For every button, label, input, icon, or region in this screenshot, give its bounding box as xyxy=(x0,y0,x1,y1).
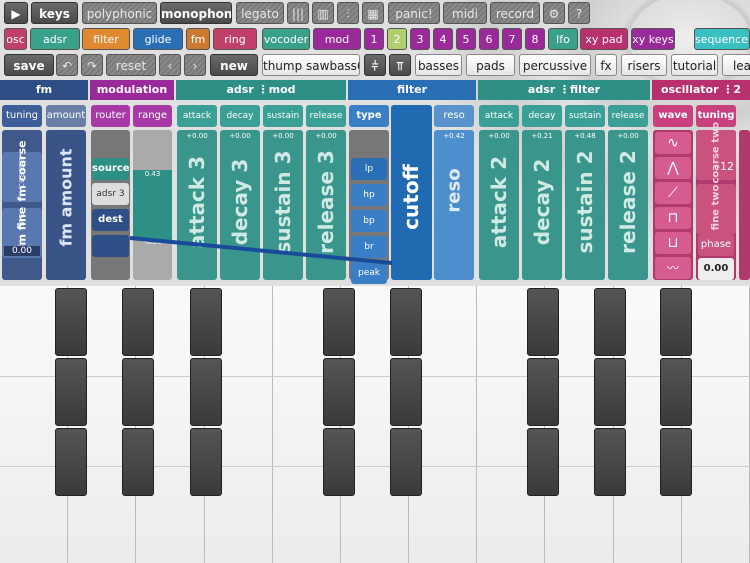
black-key[interactable] xyxy=(594,358,626,426)
black-key[interactable] xyxy=(190,358,222,426)
redo-icon: ↷ xyxy=(86,59,98,73)
help-button[interactable]: ? xyxy=(568,2,590,24)
prev-preset-button[interactable]: ‹ xyxy=(159,54,181,76)
sliders-icon: ||| xyxy=(291,7,305,21)
chevron-right-icon: › xyxy=(192,59,198,73)
reset-button[interactable]: reset xyxy=(106,54,156,76)
tab-3[interactable]: 3 xyxy=(410,28,430,50)
redo-button[interactable]: ↷ xyxy=(81,54,103,76)
category-risers[interactable]: risers xyxy=(621,54,667,76)
black-key[interactable] xyxy=(390,288,422,356)
black-key[interactable] xyxy=(122,358,154,426)
tab-ring[interactable]: ring xyxy=(213,28,257,50)
module-tabs: osc adsr filter glide fm ring vocoder mod 1 2 3 4 5 6… xyxy=(0,28,750,52)
keyboard-icon: ▥ xyxy=(317,7,329,21)
black-key[interactable] xyxy=(660,358,692,426)
mixer-icon: ⫶ xyxy=(346,7,350,21)
sliders-view-button[interactable]: ||| xyxy=(287,2,309,24)
tab-2[interactable]: 2 xyxy=(387,28,407,50)
tab-7[interactable]: 7 xyxy=(502,28,522,50)
black-key[interactable] xyxy=(594,428,626,496)
panic-button[interactable]: panic! xyxy=(388,2,440,24)
black-key[interactable] xyxy=(190,288,222,356)
midi-button[interactable]: midi xyxy=(443,2,487,24)
black-key[interactable] xyxy=(527,428,559,496)
tab-vocoder[interactable]: vocoder xyxy=(262,28,310,50)
tab-8[interactable]: 8 xyxy=(525,28,545,50)
black-key[interactable] xyxy=(390,428,422,496)
undo-button[interactable]: ↶ xyxy=(56,54,78,76)
toolbar-top: ▶ keys polyphonic monophonic legato ||| … xyxy=(0,2,750,26)
black-key[interactable] xyxy=(55,428,87,496)
tab-1[interactable]: 1 xyxy=(364,28,384,50)
panel-area: fm tuning amount coarse fm coarse fine f… xyxy=(0,78,750,286)
synth-app: ▶ keys polyphonic monophonic legato ||| … xyxy=(0,0,750,563)
record-button[interactable]: record xyxy=(490,2,540,24)
black-key[interactable] xyxy=(527,358,559,426)
black-key[interactable] xyxy=(323,288,355,356)
checker-icon: ▦ xyxy=(367,7,379,21)
category-pads[interactable]: pads xyxy=(466,54,515,76)
category-fx[interactable]: fx xyxy=(595,54,617,76)
black-key[interactable] xyxy=(660,428,692,496)
key-row-divider xyxy=(0,466,750,467)
key-row-divider xyxy=(0,376,750,377)
gear-icon: ⚙ xyxy=(548,7,560,21)
black-key[interactable] xyxy=(390,358,422,426)
tab-xy-pad[interactable]: xy pad xyxy=(580,28,628,50)
black-key[interactable] xyxy=(190,428,222,496)
category-tutorial[interactable]: tutorial xyxy=(671,54,718,76)
undo-icon: ↶ xyxy=(61,59,73,73)
black-key[interactable] xyxy=(527,288,559,356)
category-lea[interactable]: lea xyxy=(722,54,750,76)
white-key[interactable] xyxy=(681,286,750,563)
tab-lfo[interactable]: lfo xyxy=(548,28,578,50)
tab-sequencer[interactable]: sequencer xyxy=(694,28,750,50)
tab-5[interactable]: 5 xyxy=(456,28,476,50)
tab-osc[interactable]: osc xyxy=(4,28,27,50)
category-basses[interactable]: basses xyxy=(415,54,462,76)
tab-mod[interactable]: mod xyxy=(313,28,361,50)
black-key[interactable] xyxy=(323,358,355,426)
monophonic-button[interactable]: monophonic xyxy=(160,2,232,24)
settings-button[interactable]: ⚙ xyxy=(543,2,565,24)
keys-button[interactable]: keys xyxy=(31,2,78,24)
black-key[interactable] xyxy=(122,288,154,356)
black-key[interactable] xyxy=(323,428,355,496)
modulation-route-line xyxy=(129,236,393,265)
tab-adsr[interactable]: adsr xyxy=(30,28,80,50)
preset-adjust-button[interactable]: ⫩ xyxy=(364,54,386,76)
tab-6[interactable]: 6 xyxy=(479,28,499,50)
tab-fm[interactable]: fm xyxy=(186,28,210,50)
chevron-left-icon: ‹ xyxy=(167,59,173,73)
play-icon: ▶ xyxy=(11,7,21,21)
polyphonic-button[interactable]: polyphonic xyxy=(82,2,157,24)
mixer-view-button[interactable]: ⫶ xyxy=(337,2,359,24)
keyboard-view-button[interactable]: ▥ xyxy=(312,2,334,24)
save-button[interactable]: save xyxy=(4,54,54,76)
sliders-icon: ⫩ xyxy=(371,59,379,73)
next-preset-button[interactable]: › xyxy=(184,54,206,76)
black-key[interactable] xyxy=(55,288,87,356)
preset-name[interactable]: thump sawbass6 xyxy=(262,54,360,76)
black-key[interactable] xyxy=(122,428,154,496)
category-percussive[interactable]: percussive xyxy=(519,54,591,76)
keyboard xyxy=(0,286,750,563)
tab-glide[interactable]: glide xyxy=(133,28,183,50)
play-button[interactable]: ▶ xyxy=(4,2,28,24)
black-key[interactable] xyxy=(594,288,626,356)
new-preset-button[interactable]: new xyxy=(210,54,258,76)
tab-filter[interactable]: filter xyxy=(82,28,130,50)
grid-view-button[interactable]: ▦ xyxy=(362,2,384,24)
preset-bar: save ↶ ↷ reset ‹ › new thump sawbass6 ⫩ … xyxy=(0,54,750,78)
legato-button[interactable]: legato xyxy=(236,2,284,24)
tab-4[interactable]: 4 xyxy=(433,28,453,50)
preset-edit-button[interactable]: ⫪ xyxy=(389,54,411,76)
edit-icon: ⫪ xyxy=(396,59,404,73)
tab-xy-keys[interactable]: xy keys xyxy=(631,28,675,50)
black-key[interactable] xyxy=(660,288,692,356)
black-key[interactable] xyxy=(55,358,87,426)
